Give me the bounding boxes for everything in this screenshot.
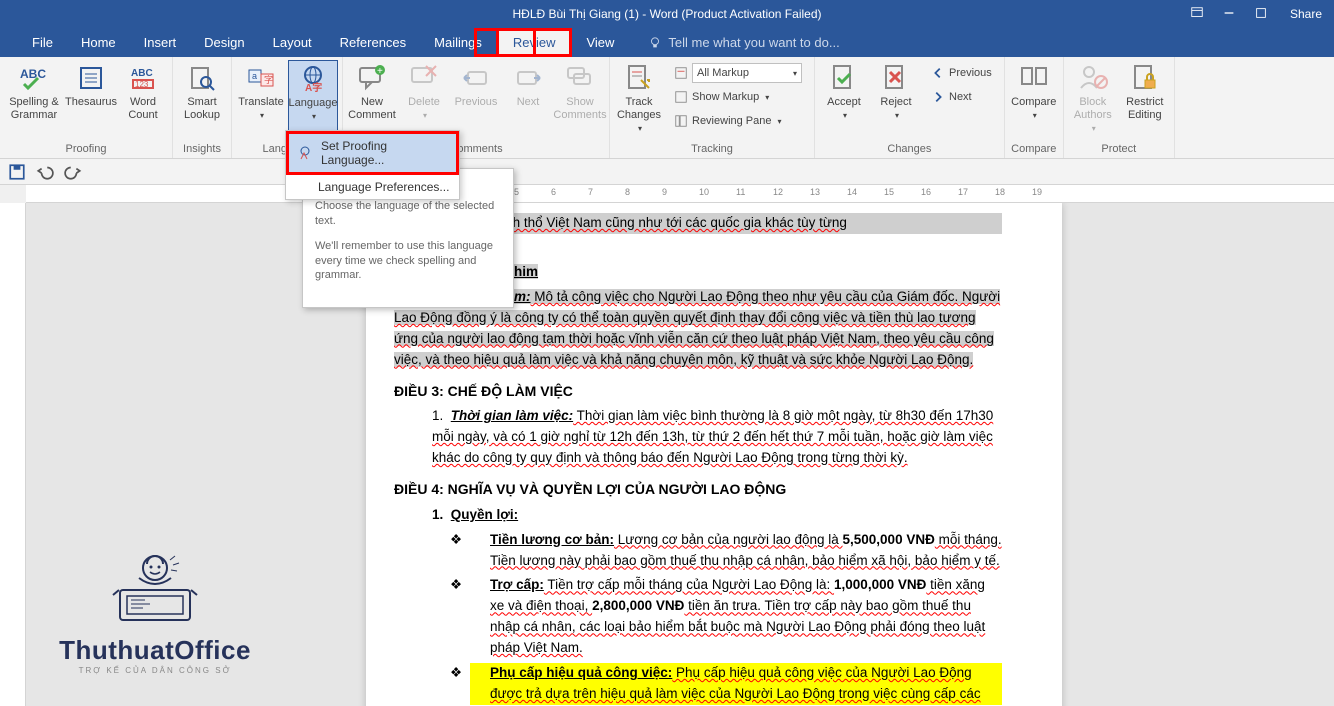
maximize-icon[interactable] [1254, 6, 1268, 23]
svg-text:ABC: ABC [20, 67, 46, 81]
svg-text:a: a [252, 71, 257, 81]
group-label-protect: Protect [1068, 141, 1170, 158]
set-proofing-language-item[interactable]: Set Proofing Language... [286, 131, 459, 175]
tab-insert[interactable]: Insert [130, 28, 191, 57]
tell-me-search[interactable]: Tell me what you want to do... [648, 28, 839, 57]
tab-file[interactable]: File [18, 28, 67, 57]
translate-button[interactable]: a字 Translate▾ [236, 60, 286, 141]
share-button[interactable]: Share [1286, 7, 1322, 21]
word-count-icon: ABC123 [127, 62, 159, 94]
group-label-proofing: Proofing [4, 141, 168, 158]
next-change-icon [931, 90, 945, 104]
markup-combo[interactable]: All Markup▾ [670, 62, 806, 84]
tab-review[interactable]: Review [496, 28, 573, 57]
prev-comment-icon [460, 62, 492, 94]
heading-dieu-4: ĐIỀU 4: NGHĨA VỤ VÀ QUYỀN LỢI CỦA NGƯỜI … [394, 479, 1002, 501]
vertical-ruler[interactable] [0, 203, 26, 706]
ribbon: ABC Spelling & Grammar Thesaurus ABC123 … [0, 57, 1334, 159]
tooltip-p2: We'll remember to use this language ever… [315, 239, 501, 284]
group-insights: Smart Lookup Insights [173, 57, 232, 158]
spelling-icon: ABC [18, 62, 50, 94]
show-comments-icon [564, 62, 596, 94]
reviewing-pane-button[interactable]: Reviewing Pane▾ [670, 110, 806, 132]
group-protect: Block Authors▾ Restrict Editing Protect [1064, 57, 1175, 158]
svg-text:A字: A字 [305, 81, 322, 94]
group-changes: Accept▾ Reject▾ Previous Next Changes [815, 57, 1005, 158]
tab-design[interactable]: Design [190, 28, 258, 57]
group-label-compare: Compare [1009, 141, 1059, 158]
svg-text:123: 123 [135, 80, 149, 89]
accept-button[interactable]: Accept▾ [819, 60, 869, 141]
language-icon: A字 [297, 63, 329, 95]
group-compare: Compare▾ Compare [1005, 57, 1064, 158]
restrict-editing-icon [1129, 62, 1161, 94]
compare-button[interactable]: Compare▾ [1009, 60, 1059, 141]
restrict-editing-button[interactable]: Restrict Editing [1120, 60, 1170, 141]
track-changes-button[interactable]: Track Changes▾ [614, 60, 664, 141]
delete-comment-icon [408, 62, 440, 94]
compare-icon [1018, 62, 1050, 94]
language-button[interactable]: A字 Language▾ [288, 60, 338, 141]
svg-text:+: + [377, 66, 383, 77]
group-tracking: Track Changes▾ All Markup▾ Show Markup▾ … [610, 57, 815, 158]
show-markup-icon [674, 90, 688, 104]
show-comments-button: Show Comments [555, 60, 605, 141]
window-controls: Share [1190, 0, 1334, 28]
reject-icon [880, 62, 912, 94]
thesaurus-icon [75, 62, 107, 94]
title-text: HĐLĐ Bùi Thị Giang (1) - Word (Product A… [512, 7, 821, 21]
group-label-tracking: Tracking [614, 141, 810, 158]
markup-combo-icon [674, 66, 688, 80]
prev-change-icon [931, 66, 945, 80]
tab-layout[interactable]: Layout [259, 28, 326, 57]
language-dropdown: Set Proofing Language... Language Prefer… [285, 130, 460, 200]
tab-references[interactable]: References [326, 28, 420, 57]
tab-view[interactable]: View [572, 28, 628, 57]
smart-lookup-icon [186, 62, 218, 94]
tooltip-p1: Choose the language of the selected text… [315, 199, 501, 229]
spelling-button[interactable]: ABC Spelling & Grammar [4, 60, 64, 141]
delete-comment-button: Delete▾ [399, 60, 449, 141]
next-comment-icon [512, 62, 544, 94]
tab-home[interactable]: Home [67, 28, 130, 57]
smart-lookup-button[interactable]: Smart Lookup [177, 60, 227, 141]
reject-button[interactable]: Reject▾ [871, 60, 921, 141]
prev-comment-button: Previous [451, 60, 501, 141]
translate-icon: a字 [245, 62, 277, 94]
group-proofing: ABC Spelling & Grammar Thesaurus ABC123 … [0, 57, 173, 158]
group-label-insights: Insights [177, 141, 227, 158]
save-icon[interactable] [8, 163, 26, 181]
lightbulb-icon [648, 36, 662, 50]
word-count-button[interactable]: ABC123 Word Count [118, 60, 168, 141]
proofing-lang-icon [297, 145, 313, 161]
block-authors-icon [1077, 62, 1109, 94]
svg-text:字: 字 [264, 74, 273, 85]
accept-icon [828, 62, 860, 94]
next-comment-button: Next [503, 60, 553, 141]
thesaurus-button[interactable]: Thesaurus [66, 60, 116, 141]
minimize-icon[interactable] [1222, 6, 1236, 23]
prev-change-button[interactable]: Previous [927, 62, 996, 84]
language-preferences-item[interactable]: Language Preferences... [286, 175, 459, 199]
watermark-logo: ThuthuatOffice TRỢ KẾ CỦA DÂN CÔNG SỞ [40, 540, 270, 675]
next-change-button[interactable]: Next [927, 86, 996, 108]
redo-icon[interactable] [64, 163, 82, 181]
tab-mailings[interactable]: Mailings [420, 28, 496, 57]
svg-text:ABC: ABC [131, 68, 153, 79]
logo-illustration-icon [95, 540, 215, 630]
ribbon-display-icon[interactable] [1190, 6, 1204, 23]
title-bar: HĐLĐ Bùi Thị Giang (1) - Word (Product A… [0, 0, 1334, 28]
undo-icon[interactable] [36, 163, 54, 181]
heading-dieu-3: ĐIỀU 3: CHẾ ĐỘ LÀM VIỆC [394, 381, 1002, 403]
reviewing-pane-icon [674, 114, 688, 128]
new-comment-button[interactable]: + New Comment [347, 60, 397, 141]
show-markup-button[interactable]: Show Markup▾ [670, 86, 806, 108]
quick-access-bar [0, 159, 1334, 185]
ribbon-tabs: File Home Insert Design Layout Reference… [0, 28, 1334, 57]
track-changes-icon [623, 62, 655, 94]
new-comment-icon: + [356, 62, 388, 94]
horizontal-ruler[interactable]: 12345678910111213141516171819 [26, 185, 1334, 203]
block-authors-button: Block Authors▾ [1068, 60, 1118, 141]
group-label-changes: Changes [819, 141, 1000, 158]
